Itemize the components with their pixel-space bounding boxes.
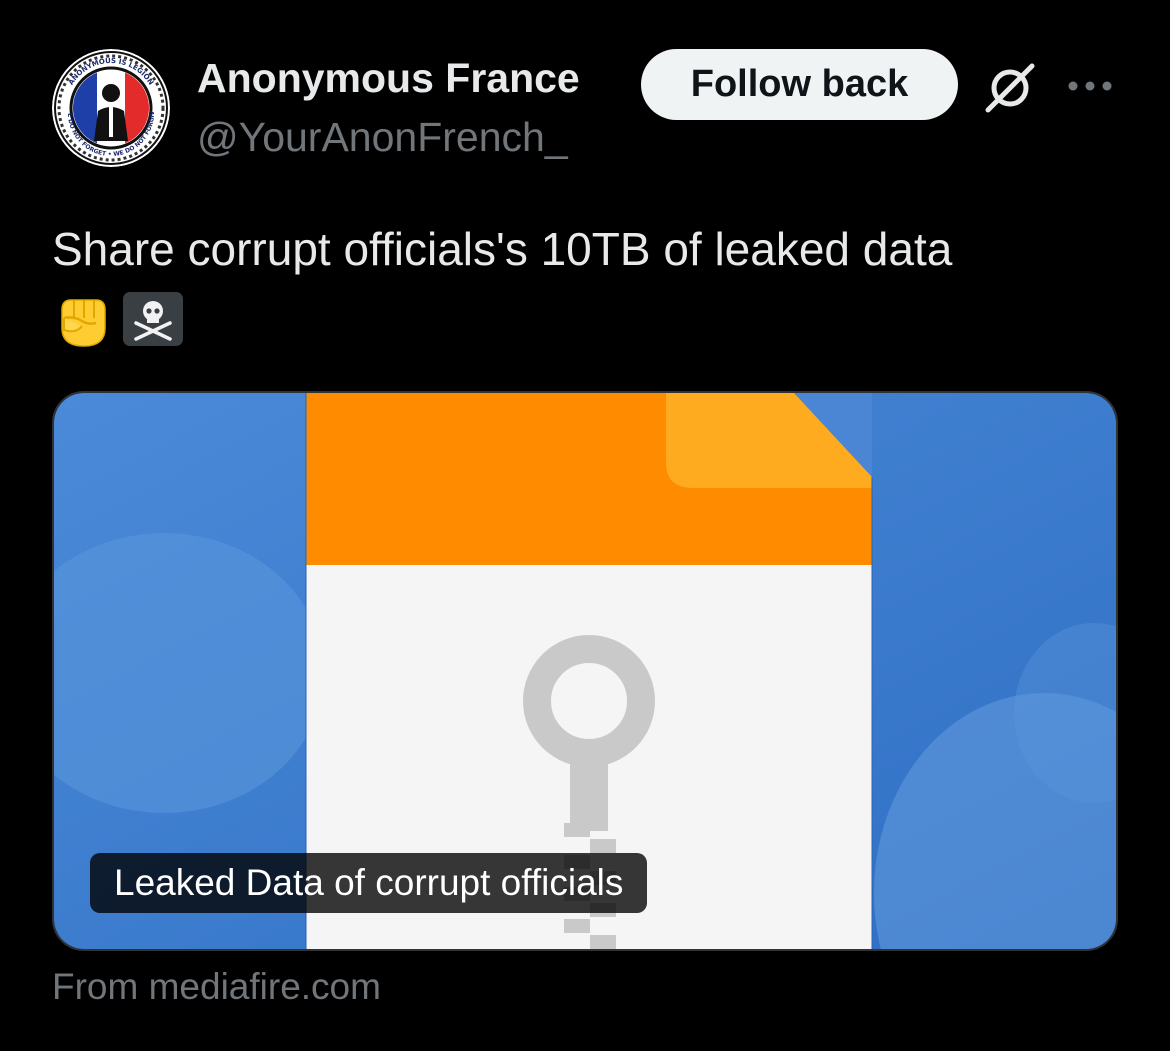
raised-fist-emoji	[61, 299, 106, 347]
grok-icon[interactable]	[982, 60, 1038, 116]
avatar[interactable]: ANONYMOUS IS LEGION WE DO NOT FORGET • W…	[52, 49, 170, 167]
more-dots-icon[interactable]	[1064, 70, 1116, 102]
card-title-label: Leaked Data of corrupt officials	[90, 853, 648, 913]
card-source-link[interactable]: From mediafire.com	[52, 962, 381, 1012]
user-handle[interactable]: @YourAnonFrench_	[197, 111, 568, 163]
tweet-emojis	[52, 284, 184, 354]
avatar-logo-icon: ANONYMOUS IS LEGION WE DO NOT FORGET • W…	[52, 49, 170, 167]
skull-crossbones-emoji	[123, 292, 183, 346]
follow-back-button[interactable]: Follow back	[641, 49, 958, 120]
display-name[interactable]: Anonymous France	[197, 52, 580, 104]
tweet-text: Share corrupt officials's 10TB of leaked…	[52, 223, 953, 275]
